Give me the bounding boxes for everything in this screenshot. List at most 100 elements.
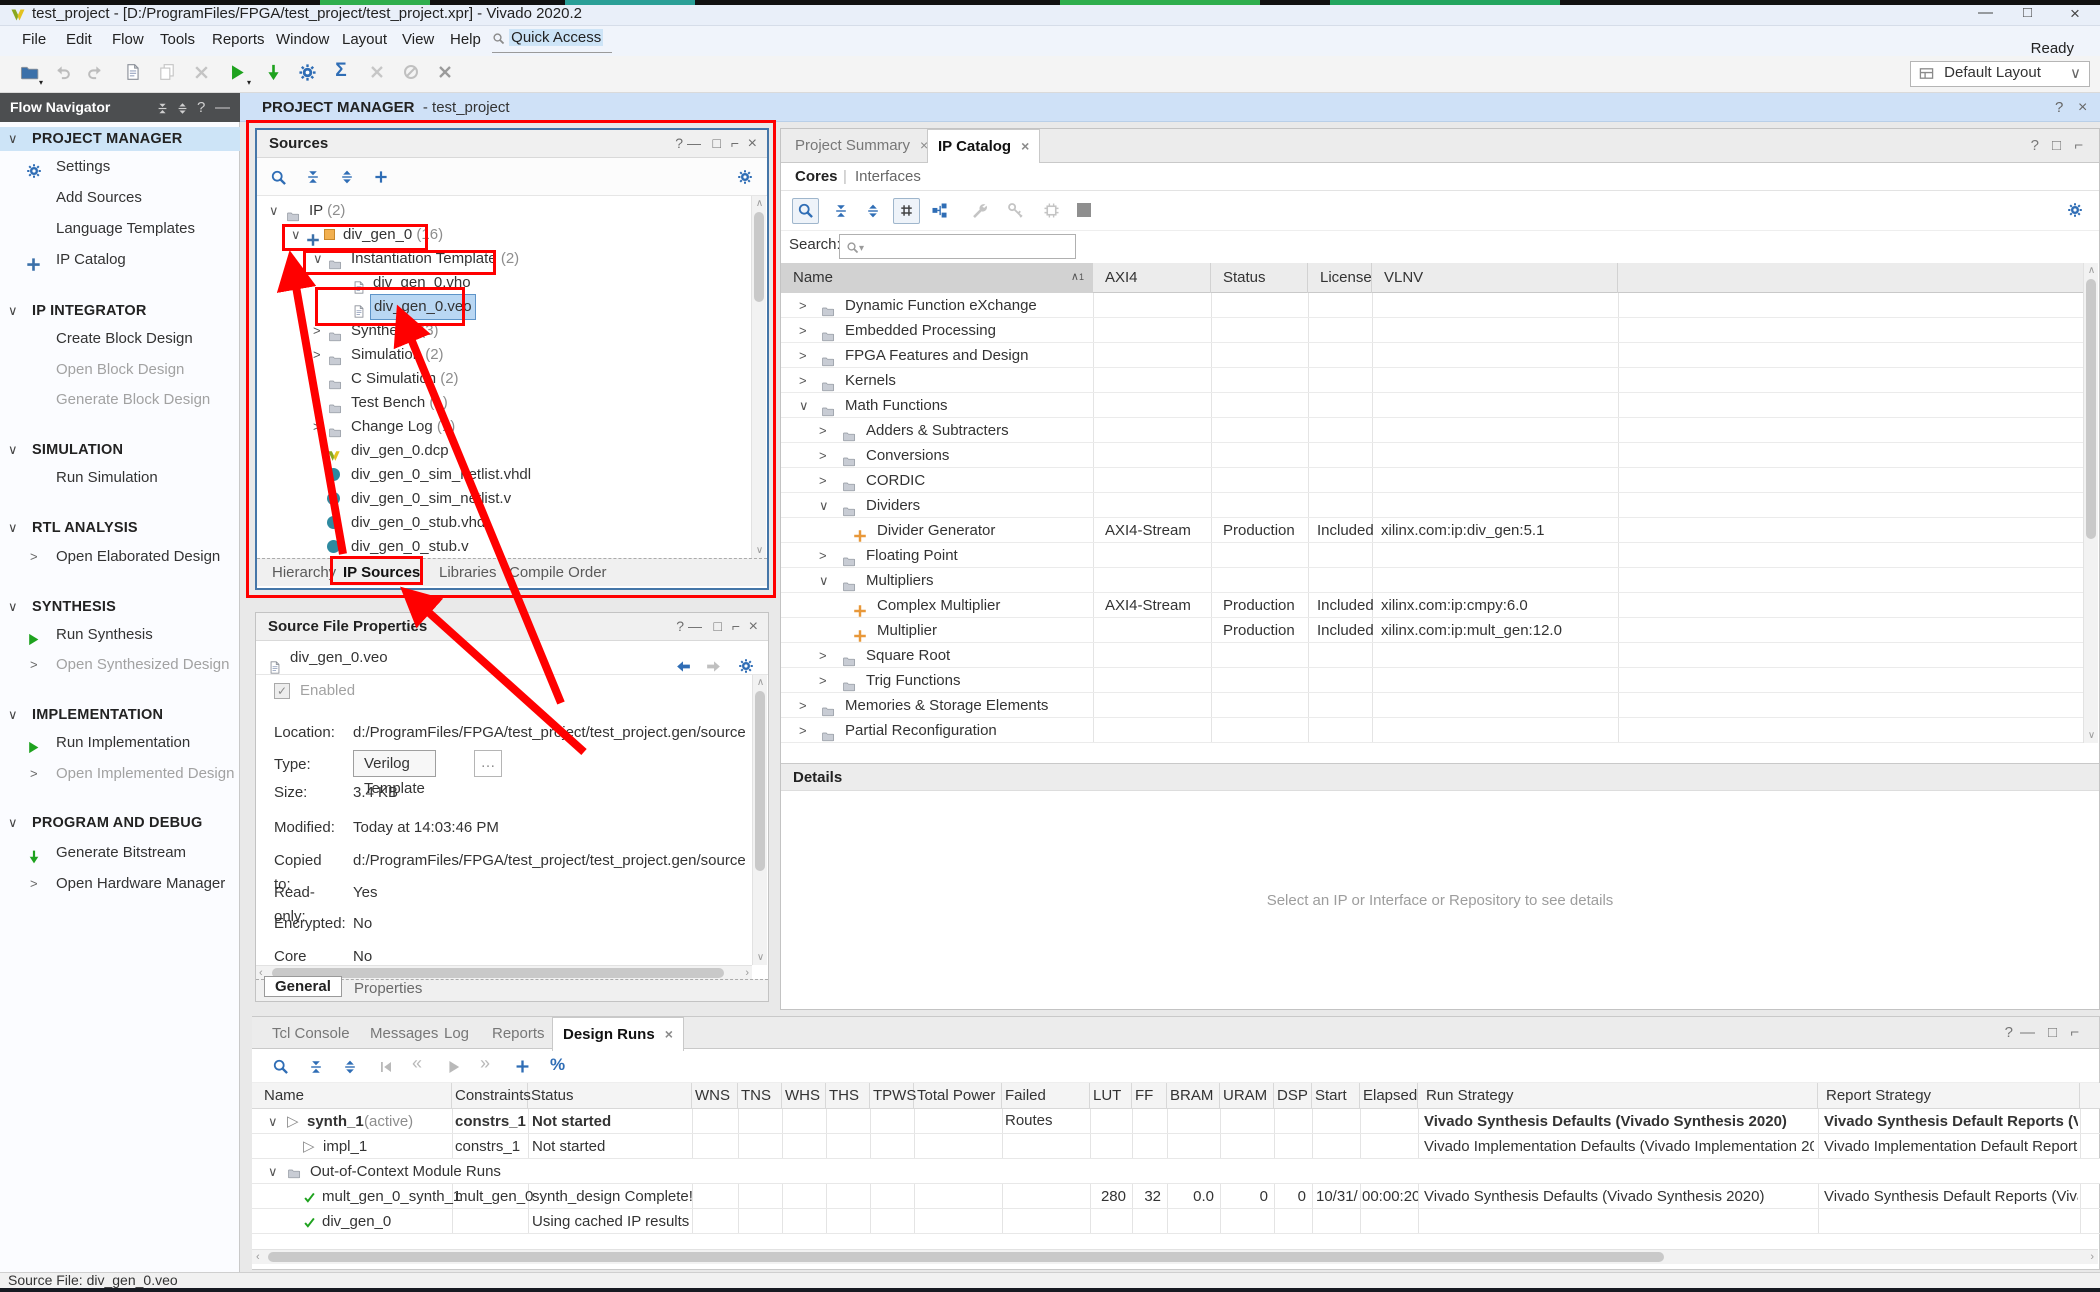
catalog-row-divider-generator[interactable]: Divider GeneratorAXI4-StreamProductionIn… [781,518,2083,543]
catalog-row-complex-multiplier[interactable]: Complex MultiplierAXI4-StreamProductionI… [781,593,2083,618]
catalog-row-embedded[interactable]: >Embedded Processing [781,318,2083,343]
chevron-right-icon[interactable]: > [819,418,827,443]
chevron-down-icon[interactable]: ∨ [268,1109,278,1134]
close-button[interactable]: × [2070,4,2080,24]
help-icon[interactable]: ? [2031,137,2039,154]
chevron-down-icon[interactable]: ∨ [291,223,301,247]
catalog-row-adders[interactable]: >Adders & Subtracters [781,418,2083,443]
search-icon[interactable] [272,1057,289,1075]
column-report-strategy[interactable]: Report Strategy [1818,1083,2080,1109]
menu-help[interactable]: Help [450,31,481,48]
float-icon[interactable]: ⌐ [732,613,740,640]
back-icon[interactable] [675,649,692,682]
sidebar-section-rtl-analysis[interactable]: ∨RTL ANALYSIS [0,516,240,540]
tree-row-div-gen-0-vho[interactable]: div_gen_0.vho [257,271,751,295]
report-sigma-icon[interactable]: Σ [330,60,352,82]
column-bram[interactable]: BRAM [1167,1083,1220,1109]
minimize-icon[interactable]: — [2020,1024,2035,1041]
type-more-button[interactable]: … [474,750,502,777]
help-icon[interactable]: ? [197,93,205,122]
close-icon[interactable]: × [749,613,758,640]
sidebar-item-create-block-design[interactable]: Create Block Design [0,327,240,351]
column-status[interactable]: Status [1211,263,1308,293]
run-button[interactable]: ▾ [226,63,248,85]
menu-window[interactable]: Window [276,31,329,48]
help-icon[interactable]: ? [2005,1024,2013,1041]
run-row-ooc-group[interactable]: ∨ Out-of-Context Module Runs [252,1159,2100,1184]
column-name[interactable]: Name [252,1083,452,1109]
sfp-scrollbar-vertical[interactable]: ∧∨ [752,675,767,965]
collapse-all-icon[interactable] [308,1058,324,1075]
float-icon[interactable]: ⌐ [2074,137,2083,154]
column-tpws[interactable]: TPWS [870,1083,914,1109]
chevron-right-icon[interactable]: > [799,293,807,318]
sources-scrollbar[interactable]: ∧∨ [751,196,766,558]
sfp-header[interactable]: Source File Properties ? — □ ⌐ × [256,613,768,641]
sidebar-item-open-elaborated-design[interactable]: >Open Elaborated Design [0,545,240,569]
chevron-right-icon[interactable]: > [799,318,807,343]
sidebar-section-program-and-debug[interactable]: ∨PROGRAM AND DEBUG [0,811,240,835]
tree-row-ip[interactable]: ∨IP (2) [257,199,751,223]
expand-all-icon[interactable] [865,202,881,219]
expand-all-icon[interactable] [339,168,355,185]
gear-icon[interactable] [737,168,753,185]
tree-row-sim-netlist-vhdl[interactable]: div_gen_0_sim_netlist.vhdl [257,463,751,487]
column-lut[interactable]: LUT [1090,1083,1132,1109]
chevron-right-icon[interactable]: > [819,443,827,468]
tree-row-instantiation-template[interactable]: ∨Instantiation Template (2) [257,247,751,271]
close-icon[interactable]: × [748,130,757,157]
tree-row-synthesis[interactable]: >Synthesis (3) [257,319,751,343]
tab-libraries[interactable]: Libraries [439,559,497,586]
tree-row-c-simulation[interactable]: C Simulation (2) [257,367,751,391]
column-name[interactable]: Name∧1 [781,263,1093,293]
sidebar-item-settings[interactable]: Settings [0,155,240,179]
catalog-row-floating-point[interactable]: >Floating Point [781,543,2083,568]
type-dropdown[interactable]: Verilog Template [353,750,436,777]
catalog-row-partial-reconfiguration[interactable]: >Partial Reconfiguration [781,718,2083,743]
tree-row-sim-netlist-v[interactable]: div_gen_0_sim_netlist.v [257,487,751,511]
menu-flow[interactable]: Flow [112,31,144,48]
close-icon[interactable]: × [1021,138,1029,154]
column-constraints[interactable]: Constraints [452,1083,528,1109]
chevron-down-icon[interactable]: ∨ [269,199,279,223]
delete-icon[interactable] [190,63,212,85]
column-total-power[interactable]: Total Power [914,1083,1002,1109]
copy-icon[interactable] [156,63,178,85]
maximize-button[interactable]: □ [2023,4,2032,21]
sidebar-section-implementation[interactable]: ∨IMPLEMENTATION [0,703,240,727]
sidebar-section-synthesis[interactable]: ∨SYNTHESIS [0,595,240,619]
collapse-all-icon[interactable] [305,168,321,185]
tree-row-div-gen-0-dcp[interactable]: div_gen_0.dcp [257,439,751,463]
run-row-mult-gen-0-synth-1[interactable]: mult_gen_0_synth_1 mult_gen_0 synth_desi… [252,1184,2100,1209]
chevron-right-icon[interactable]: > [819,468,827,493]
catalog-row-fpga-features[interactable]: >FPGA Features and Design [781,343,2083,368]
column-license[interactable]: License [1308,263,1372,293]
sidebar-item-run-implementation[interactable]: Run Implementation [0,731,240,755]
expand-all-icon[interactable] [176,93,189,122]
sidebar-section-simulation[interactable]: ∨SIMULATION [0,438,240,462]
open-project-button[interactable]: ▾ [18,63,40,85]
tab-tcl-console[interactable]: Tcl Console [262,1017,360,1051]
tree-row-stub-v[interactable]: div_gen_0_stub.v [257,535,751,559]
catalog-row-conversions[interactable]: >Conversions [781,443,2083,468]
enabled-checkbox[interactable]: ✓ [274,683,290,699]
catalog-row-multiplier[interactable]: MultiplierProductionIncludedxilinx.com:i… [781,618,2083,643]
run-row-impl-1[interactable]: ▷ impl_1 constrs_1 Not started Vivado Im… [252,1134,2100,1159]
collapse-all-icon[interactable] [833,202,849,219]
maximize-icon[interactable]: □ [2052,137,2061,154]
run-row-synth-1[interactable]: ∨ ▷ synth_1 (active) constrs_1 Not start… [252,1109,2100,1134]
settings-gear-icon[interactable] [296,63,318,85]
layout-selector[interactable]: Default Layout ∨ [1910,61,2090,87]
sidebar-item-add-sources[interactable]: Add Sources [0,186,240,210]
gear-icon[interactable] [2067,201,2083,218]
catalog-row-multipliers[interactable]: ∨Multipliers [781,568,2083,593]
sidebar-item-ip-catalog[interactable]: IP Catalog [0,248,240,272]
help-icon[interactable]: ? [676,613,684,640]
column-axi4[interactable]: AXI4 [1093,263,1211,293]
chevron-right-icon[interactable]: > [313,391,321,415]
search-icon[interactable] [270,168,287,186]
subtab-cores[interactable]: Cores [795,163,838,190]
column-failed-routes[interactable]: Failed Routes [1002,1083,1090,1109]
tab-general[interactable]: General [264,976,342,997]
tab-project-summary[interactable]: Project Summary× [785,129,938,163]
